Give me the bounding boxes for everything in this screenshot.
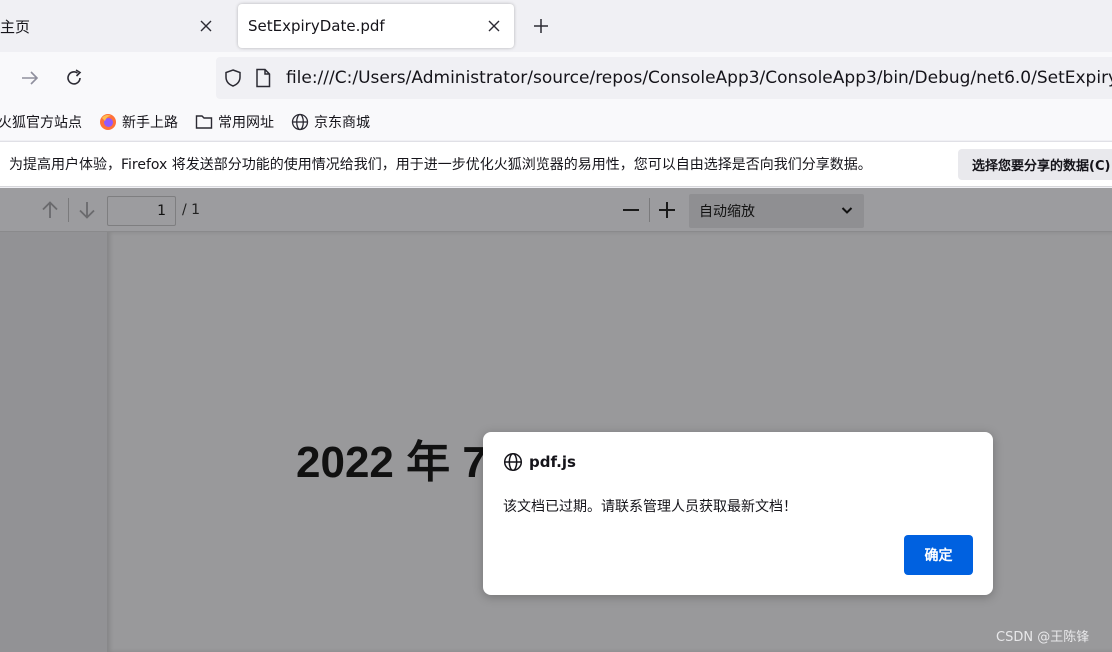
bookmark-label: 火狐官方站点 [0, 115, 82, 131]
pdf-toolbar: 1 / 1 自动缩放 [0, 188, 1112, 232]
arrow-right-icon [22, 71, 39, 85]
zoom-in-button[interactable] [653, 196, 681, 224]
page-count: / 1 [182, 202, 201, 218]
tab-label: 主页 [0, 17, 31, 36]
nav-bar: file:///C:/Users/Administrator/source/re… [0, 52, 1112, 104]
tab-strip: 主页 SetExpiryDate.pdf [0, 0, 1112, 52]
minus-icon [623, 209, 639, 211]
bookmark-label: 常用网址 [218, 115, 274, 131]
url-text: file:///C:/Users/Administrator/source/re… [285, 68, 1112, 88]
dialog-title: pdf.js [503, 452, 576, 472]
chevron-down-icon [840, 203, 854, 221]
dialog-title-text: pdf.js [529, 453, 576, 471]
notification-message: 为提高用户体验，Firefox 将发送部分功能的使用情况给我们，用于进一步优化火… [9, 157, 872, 173]
arrow-down-icon [79, 202, 95, 219]
zoom-out-button[interactable] [617, 196, 645, 224]
tab-setexpirydate[interactable]: SetExpiryDate.pdf [238, 4, 514, 48]
globe-icon [290, 112, 310, 132]
reload-button[interactable] [60, 64, 88, 92]
bookmark-label: 新手上路 [122, 115, 178, 131]
tab-home[interactable]: 主页 [0, 4, 226, 48]
bookmark-getting-started[interactable]: 新手上路 [98, 112, 178, 132]
close-icon[interactable] [192, 12, 220, 40]
toolbar-separator [649, 198, 650, 222]
firefox-icon [98, 112, 118, 132]
dialog-message: 该文档已过期。请联系管理人员获取最新文档！ [503, 499, 797, 515]
bookmark-jd[interactable]: 京东商城 [290, 112, 370, 132]
bookmarks-bar: 火狐官方站点 新手上路 常用网址 京东商城 [0, 104, 1112, 140]
page-icon[interactable] [250, 64, 276, 92]
ok-button[interactable]: 确定 [904, 535, 973, 575]
forward-button[interactable] [16, 64, 44, 92]
bookmark-firefox-official[interactable]: 火狐官方站点 [0, 112, 82, 132]
pdf-page-text: 2022 年 7 [296, 438, 487, 487]
choose-data-button[interactable]: 选择您要分享的数据(C) [958, 149, 1112, 180]
url-bar[interactable]: file:///C:/Users/Administrator/source/re… [216, 57, 1112, 99]
tab-label: SetExpiryDate.pdf [248, 17, 385, 35]
globe-icon [503, 452, 523, 472]
telemetry-notification: 为提高用户体验，Firefox 将发送部分功能的使用情况给我们，用于进一步优化火… [0, 141, 1112, 187]
alert-dialog: pdf.js 该文档已过期。请联系管理人员获取最新文档！ 确定 [483, 432, 993, 595]
shield-icon[interactable] [220, 64, 246, 92]
plus-icon [659, 202, 675, 218]
page-number-input[interactable]: 1 [107, 196, 176, 226]
new-tab-button[interactable] [527, 12, 555, 40]
arrow-up-icon [42, 201, 58, 218]
toolbar-separator [68, 198, 69, 222]
zoom-select[interactable]: 自动缩放 [689, 194, 864, 228]
folder-icon [194, 112, 214, 132]
previous-page-button[interactable] [36, 196, 64, 224]
bookmark-folder-common-sites[interactable]: 常用网址 [194, 112, 274, 132]
watermark: CSDN @王陈锋 [996, 630, 1090, 645]
bookmark-label: 京东商城 [314, 115, 370, 131]
pdf-sidebar [0, 232, 107, 652]
zoom-value: 自动缩放 [699, 204, 755, 220]
reload-icon [67, 69, 82, 85]
plus-icon [534, 19, 548, 33]
next-page-button[interactable] [73, 196, 101, 224]
close-icon[interactable] [480, 12, 508, 40]
